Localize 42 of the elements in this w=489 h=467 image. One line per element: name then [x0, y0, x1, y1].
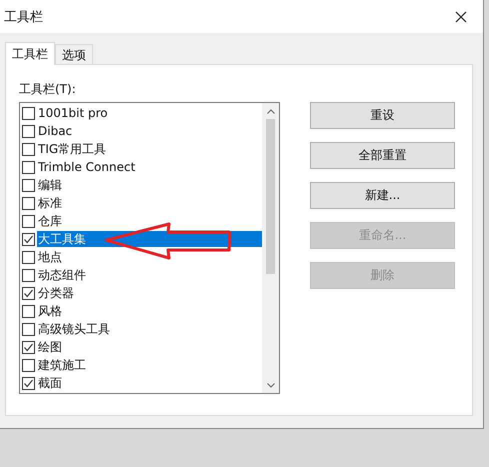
list-item[interactable]: 截面	[37, 375, 63, 391]
checkbox[interactable]	[22, 124, 35, 138]
checkbox[interactable]	[22, 178, 35, 192]
checkbox[interactable]	[22, 106, 35, 120]
list-label: 工具栏(T):	[19, 81, 77, 98]
scroll-down-icon[interactable]	[266, 383, 274, 388]
list-item[interactable]: 分类器	[37, 285, 75, 301]
tab[interactable]: 工具栏	[5, 42, 55, 65]
checkbox[interactable]	[22, 286, 35, 300]
dialog-button[interactable]: 新建...	[310, 182, 455, 209]
checkbox[interactable]	[22, 142, 35, 156]
checkbox[interactable]	[22, 196, 35, 210]
scroll-up-icon[interactable]	[266, 109, 274, 114]
checkbox[interactable]	[22, 304, 35, 318]
list-item[interactable]: 高级镜头工具	[37, 321, 111, 337]
dialog-button[interactable]: 重设	[310, 102, 455, 129]
list-item[interactable]: 绘图	[37, 339, 63, 355]
checkbox[interactable]	[22, 322, 35, 336]
checkbox[interactable]	[22, 214, 35, 228]
list-item[interactable]: 风格	[37, 303, 63, 319]
list-item[interactable]: TIG常用工具	[37, 141, 108, 157]
checkbox[interactable]	[22, 340, 35, 354]
checkbox[interactable]	[22, 376, 35, 390]
list-item[interactable]: 标准	[37, 195, 63, 211]
checkbox[interactable]	[22, 250, 35, 264]
window-title: 工具栏	[4, 8, 43, 26]
scrollbar-thumb[interactable]	[266, 119, 275, 274]
list-item[interactable]: 动态组件	[37, 267, 87, 283]
dialog-button[interactable]: 全部重置	[310, 142, 455, 169]
list-item[interactable]: Trimble Connect	[37, 159, 136, 175]
tab[interactable]: 选项	[55, 44, 93, 64]
list-item[interactable]: 编辑	[37, 177, 63, 193]
checkbox[interactable]	[22, 232, 35, 246]
list-item[interactable]: 地点	[37, 249, 63, 265]
checkbox[interactable]	[22, 358, 35, 372]
close-icon[interactable]	[455, 10, 467, 22]
checkbox[interactable]	[22, 160, 35, 174]
list-item[interactable]: 仓库	[37, 213, 63, 229]
list-item[interactable]: 1001bit pro	[37, 105, 109, 121]
list-item[interactable]: 建筑施工	[37, 357, 87, 373]
checkbox[interactable]	[22, 268, 35, 282]
list-item[interactable]: Dibac	[37, 123, 74, 139]
